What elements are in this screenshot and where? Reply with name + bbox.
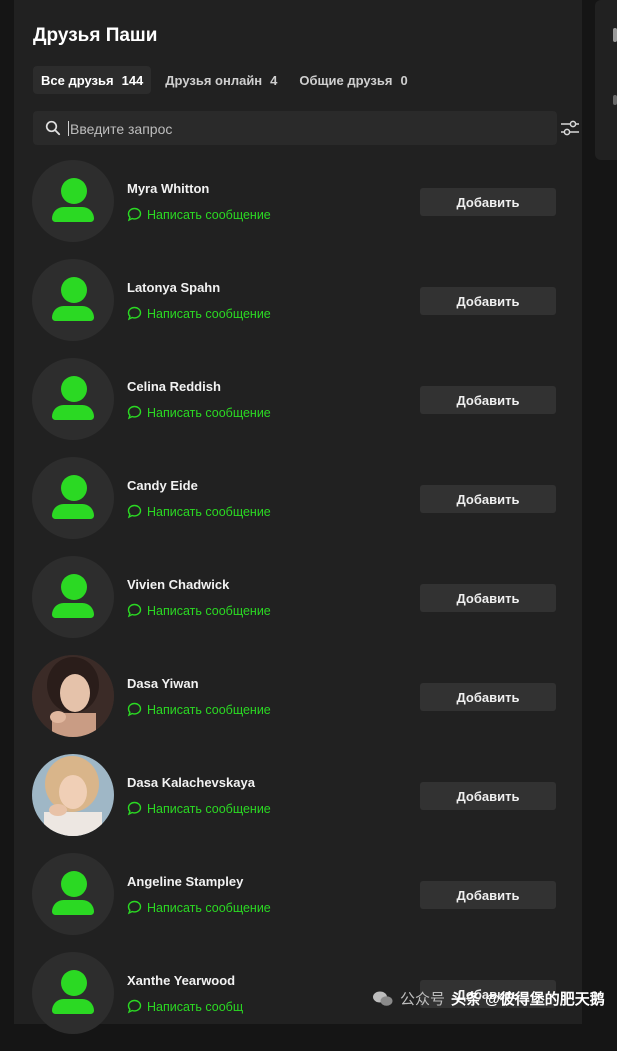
write-message-link[interactable]: Написать сообщение — [127, 306, 271, 321]
page-title: Друзья Паши — [33, 25, 158, 46]
write-message-label: Написать сообщение — [147, 900, 271, 915]
write-message-link[interactable]: Написать сообщение — [127, 207, 271, 222]
friend-row: Angeline Stampley Написать сообщение Добав… — [32, 853, 562, 952]
friend-row: Dasa Yiwan Написать сообщение Добавить — [32, 655, 562, 754]
write-message-link[interactable]: Написать сообщение — [127, 603, 271, 618]
friend-row: Celina Reddish Написать сообщение Добавить — [32, 358, 562, 457]
avatar[interactable] — [32, 952, 114, 1034]
friend-row: Dasa Kalachevskaya Написать сообщение Доба… — [32, 754, 562, 853]
friend-name[interactable]: Dasa Yiwan — [127, 676, 199, 691]
friends-list: Myra Whitton Написать сообщение Добавить La… — [32, 160, 562, 1051]
write-message-label: Написать сообщение — [147, 207, 271, 222]
friends-tabs: Все друзья 144 Друзья онлайн 4 Общие дру… — [33, 66, 416, 94]
write-message-link[interactable]: Написать сообщ — [127, 999, 243, 1014]
write-message-link[interactable]: Написать сообщение — [127, 900, 271, 915]
filter-settings-icon[interactable] — [560, 111, 580, 145]
write-message-label: Написать сообщение — [147, 504, 271, 519]
chat-bubble-icon — [127, 801, 142, 816]
chat-bubble-icon — [127, 306, 142, 321]
add-friend-button[interactable]: Добавить — [420, 287, 556, 315]
friend-name[interactable]: Dasa Kalachevskaya — [127, 775, 255, 790]
side-panel-mark — [613, 95, 617, 105]
watermark-text-right: 头条 @彼得堡的肥天鹅 — [451, 991, 605, 1008]
chat-bubble-icon — [127, 405, 142, 420]
friend-name[interactable]: Celina Reddish — [127, 379, 221, 394]
chat-bubble-icon — [127, 603, 142, 618]
tab-count: 144 — [121, 72, 144, 88]
friend-name[interactable]: Xanthe Yearwood — [127, 973, 235, 988]
write-message-link[interactable]: Написать сообщение — [127, 801, 271, 816]
chat-bubble-icon — [127, 504, 142, 519]
add-friend-button[interactable]: Добавить — [420, 683, 556, 711]
avatar[interactable] — [32, 160, 114, 242]
write-message-label: Написать сообщение — [147, 603, 271, 618]
add-friend-button[interactable]: Добавить — [420, 881, 556, 909]
chat-bubble-icon — [127, 702, 142, 717]
add-friend-button[interactable]: Добавить — [420, 386, 556, 414]
friend-row: Candy Eide Написать сообщение Добавить — [32, 457, 562, 556]
avatar[interactable] — [32, 754, 114, 836]
tab-label: Все друзья — [41, 72, 114, 88]
text-cursor — [68, 121, 69, 136]
avatar[interactable] — [32, 259, 114, 341]
tab-label: Общие друзья — [299, 72, 393, 88]
add-friend-button[interactable]: Добавить — [420, 782, 556, 810]
watermark-text-left: 公众号 — [400, 991, 446, 1008]
write-message-link[interactable]: Написать сообщение — [127, 702, 271, 717]
friend-name[interactable]: Candy Eide — [127, 478, 198, 493]
avatar[interactable] — [32, 853, 114, 935]
search-input[interactable] — [68, 111, 512, 147]
write-message-label: Написать сообщение — [147, 405, 271, 420]
write-message-label: Написать сообщение — [147, 801, 271, 816]
search-bar — [33, 111, 579, 147]
write-message-link[interactable]: Написать сообщение — [127, 504, 271, 519]
tab-count: 0 — [400, 72, 408, 88]
tab-mutual-friends[interactable]: Общие друзья 0 — [291, 66, 415, 94]
tab-count: 4 — [270, 72, 278, 88]
chat-bubble-icon — [127, 999, 142, 1014]
friend-name[interactable]: Latonya Spahn — [127, 280, 220, 295]
write-message-link[interactable]: Написать сообщение — [127, 405, 271, 420]
avatar[interactable] — [32, 556, 114, 638]
right-side-panel — [595, 0, 617, 160]
write-message-label: Написать сообщение — [147, 702, 271, 717]
wechat-icon — [373, 991, 393, 1006]
friend-name[interactable]: Vivien Chadwick — [127, 577, 229, 592]
friend-name[interactable]: Angeline Stampley — [127, 874, 243, 889]
avatar[interactable] — [32, 655, 114, 737]
write-message-label: Написать сообщ — [147, 999, 244, 1014]
add-friend-button[interactable]: Добавить — [420, 485, 556, 513]
write-message-label: Написать сообщение — [147, 306, 271, 321]
avatar[interactable] — [32, 358, 114, 440]
tab-all-friends[interactable]: Все друзья 144 — [33, 66, 152, 94]
chat-bubble-icon — [127, 900, 142, 915]
add-friend-button[interactable]: Добавить — [420, 584, 556, 612]
add-friend-button[interactable]: Добавить — [420, 188, 556, 216]
watermark: 公众号 头条 @彼得堡的肥天鹅 — [372, 988, 605, 1009]
search-icon — [45, 120, 61, 136]
profile-photo — [32, 754, 114, 836]
friend-row: Latonya Spahn Написать сообщение Добавить — [32, 259, 562, 358]
friend-name[interactable]: Myra Whitton — [127, 181, 209, 196]
side-panel-mark — [613, 28, 617, 42]
avatar[interactable] — [32, 457, 114, 539]
friend-row: Myra Whitton Написать сообщение Добавить — [32, 160, 562, 259]
friend-row: Vivien Chadwick Написать сообщение Добавит… — [32, 556, 562, 655]
tab-online-friends[interactable]: Друзья онлайн 4 — [157, 66, 285, 94]
profile-photo — [32, 655, 114, 737]
chat-bubble-icon — [127, 207, 142, 222]
tab-label: Друзья онлайн — [165, 72, 263, 88]
